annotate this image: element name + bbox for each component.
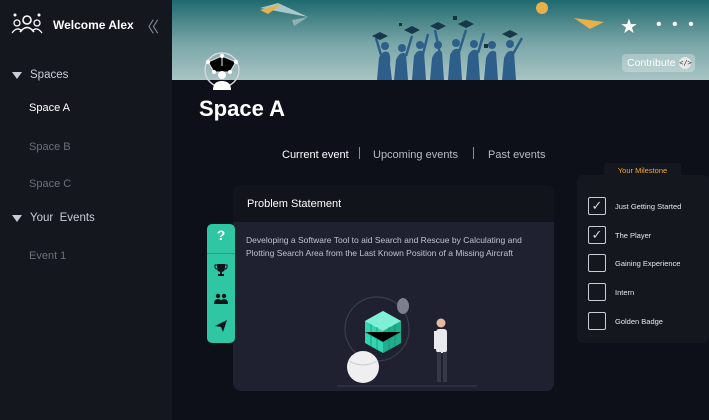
welcome-text: Welcome Alex <box>53 18 134 32</box>
checkbox-empty-icon[interactable] <box>588 254 606 272</box>
people-network-icon <box>11 13 43 34</box>
star-icon[interactable]: ★ <box>620 14 638 39</box>
checkbox-empty-icon[interactable] <box>588 312 606 330</box>
problem-statement-text: Developing a Software Tool to aid Search… <box>246 235 522 258</box>
page-title: Space A <box>199 96 286 121</box>
trophy-icon[interactable] <box>214 263 228 277</box>
milestone-panel: Your Milestone ✓ Just Getting Started ✓ … <box>577 163 709 343</box>
tab-current-event[interactable]: Current event <box>282 149 349 161</box>
milestone-title: Your Milestone <box>604 163 681 177</box>
send-icon[interactable] <box>214 319 228 333</box>
code-icon: </> <box>679 57 692 69</box>
milestone-label: Intern <box>615 287 635 297</box>
problem-statement-card: Problem Statement Developing a Software … <box>233 185 554 391</box>
milestone-label: Gaining Experience <box>615 258 681 268</box>
section-spaces-label: Spaces <box>30 69 69 81</box>
milestone-item[interactable]: Golden Badge <box>588 312 663 330</box>
tab-past-events[interactable]: Past events <box>488 149 545 161</box>
sidebar-item-space-b[interactable]: Space B <box>29 141 71 153</box>
sidebar-header: Welcome Alex 〈〈 <box>10 10 170 40</box>
caret-down-icon <box>12 71 22 79</box>
divider <box>207 253 235 254</box>
sidebar-item-event-1[interactable]: Event 1 <box>29 250 66 262</box>
section-spaces-toggle[interactable]: Spaces <box>12 69 68 81</box>
milestone-item[interactable]: Intern <box>588 283 634 301</box>
milestone-label: The Player <box>615 230 652 240</box>
caret-down-icon <box>12 214 22 222</box>
contribute-button[interactable]: Contribute </> <box>622 54 696 72</box>
milestone-item[interactable]: ✓ The Player <box>588 226 651 244</box>
checkbox-checked-icon[interactable]: ✓ <box>588 226 606 244</box>
section-events-label: Your Events <box>30 212 95 224</box>
tab-divider <box>359 147 360 159</box>
milestone-item[interactable]: Gaining Experience <box>588 254 680 272</box>
help-icon[interactable]: ? <box>207 227 235 249</box>
team-icon[interactable] <box>214 292 228 306</box>
sidebar-item-space-a[interactable]: Space A <box>29 102 70 114</box>
milestone-label: Just Getting Started <box>615 201 682 211</box>
section-events-toggle[interactable]: Your Events <box>12 212 95 224</box>
double-chevron-left-icon[interactable]: 〈〈 <box>139 16 158 37</box>
problem-statement-heading: Problem Statement <box>233 185 554 222</box>
tab-upcoming-events[interactable]: Upcoming events <box>373 149 458 161</box>
tab-divider <box>473 147 474 159</box>
milestone-item[interactable]: ✓ Just Getting Started <box>588 197 681 215</box>
milestone-label: Golden Badge <box>615 316 663 326</box>
explorer-illustration <box>337 296 477 387</box>
sidebar-item-space-c[interactable]: Space C <box>29 178 71 190</box>
sidebar: Welcome Alex 〈〈 Spaces Space A Space B S… <box>0 0 172 420</box>
more-dots-icon[interactable]: • • • <box>656 16 697 34</box>
checkbox-checked-icon[interactable]: ✓ <box>588 197 606 215</box>
network-person-icon <box>204 52 240 90</box>
quick-actions-bar: ? <box>207 224 235 343</box>
checkbox-empty-icon[interactable] <box>588 283 606 301</box>
contribute-label: Contribute <box>627 57 676 69</box>
